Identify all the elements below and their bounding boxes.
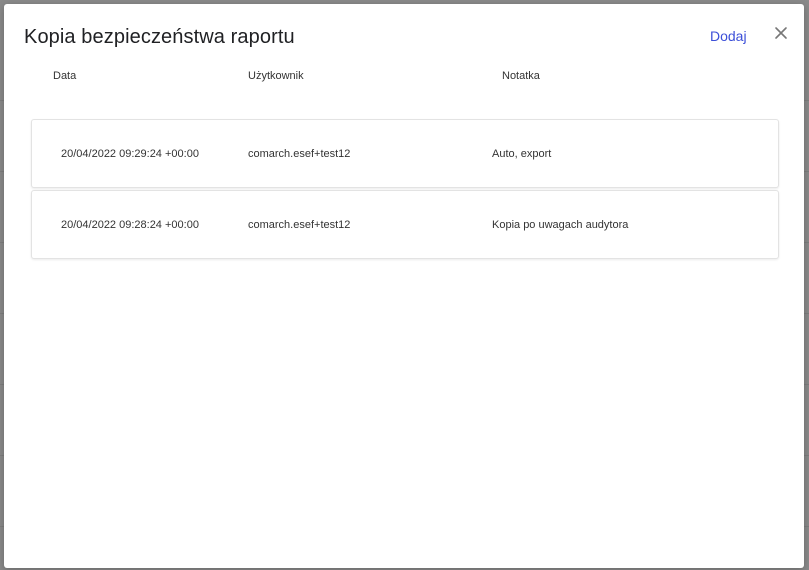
row-date: 20/04/2022 09:29:24 +00:00 (61, 148, 199, 160)
dialog-title: Kopia bezpieczeństwa raportu (24, 26, 295, 48)
close-button[interactable] (772, 24, 790, 42)
row-note: Kopia po uwagach audytora (492, 219, 629, 231)
column-header-note[interactable]: Notatka (502, 70, 540, 82)
table-row[interactable]: 20/04/2022 09:28:24 +00:00 comarch.esef+… (31, 190, 779, 259)
table-row[interactable]: 20/04/2022 09:29:24 +00:00 comarch.esef+… (31, 119, 779, 188)
row-date: 20/04/2022 09:28:24 +00:00 (61, 219, 199, 231)
add-button[interactable]: Dodaj (710, 28, 747, 44)
row-note: Auto, export (492, 148, 552, 160)
column-header-user[interactable]: Użytkownik (248, 70, 304, 82)
column-header-date[interactable]: Data (53, 70, 76, 82)
row-user: comarch.esef+test12 (248, 148, 351, 160)
backup-dialog: Kopia bezpieczeństwa raportu Dodaj Data … (4, 4, 804, 568)
close-icon (775, 27, 787, 39)
row-user: comarch.esef+test12 (248, 219, 351, 231)
